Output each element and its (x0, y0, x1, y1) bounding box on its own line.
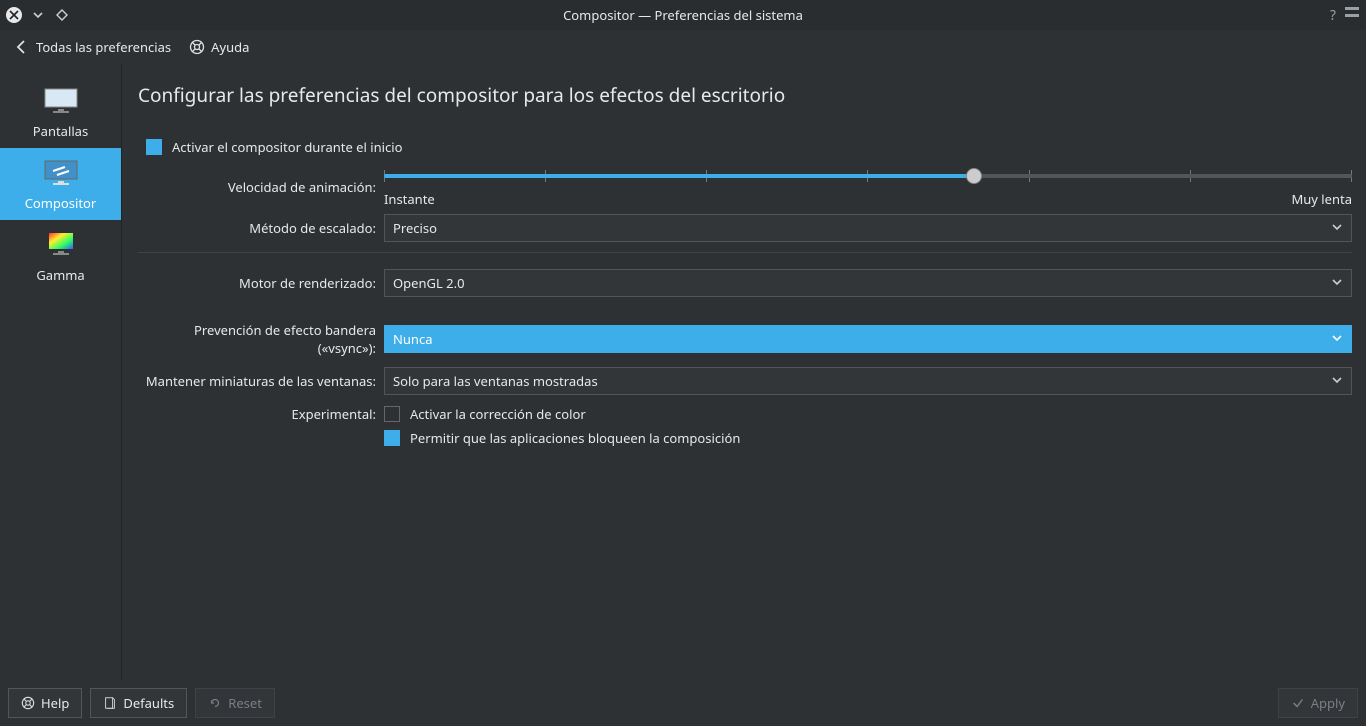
document-icon (103, 696, 117, 710)
titlebar: Compositor — Preferencias del sistema ? (0, 0, 1366, 30)
allow-block-checkbox[interactable]: Permitir que las aplicaciones bloqueen l… (384, 429, 1352, 447)
checkbox-box-icon (384, 406, 400, 422)
gamma-icon (37, 228, 85, 262)
toolbar-help[interactable]: Ayuda (189, 38, 249, 56)
menu-titlebar-icon[interactable] (1344, 6, 1360, 24)
titlebar-right: ? (1330, 6, 1360, 25)
slider-right-label: Muy lenta (1291, 190, 1352, 208)
chevron-left-icon (14, 39, 30, 55)
keep-thumbnails-select[interactable]: Solo para las ventanas mostradas (384, 367, 1352, 395)
sidebar-item-label: Pantallas (33, 122, 88, 140)
sidebar: Pantallas Compositor Gamma (0, 64, 122, 680)
display-icon (37, 84, 85, 118)
separator (138, 252, 1352, 253)
chevron-down-icon (1331, 274, 1343, 292)
animation-speed-slider[interactable] (384, 166, 1352, 186)
chevron-down-icon (1331, 372, 1343, 390)
help-button-label: Help (41, 694, 69, 712)
keep-thumbnails-value: Solo para las ventanas mostradas (393, 372, 598, 390)
experimental-label: Experimental: (138, 405, 384, 423)
help-titlebar-icon[interactable]: ? (1330, 6, 1336, 25)
close-icon[interactable] (6, 7, 22, 23)
enable-compositor-label: Activar el compositor durante el inicio (172, 138, 402, 156)
keep-thumbnails-label: Mantener miniaturas de las ventanas: (138, 372, 384, 390)
color-correction-checkbox[interactable]: Activar la corrección de color (384, 405, 1352, 423)
allow-block-label: Permitir que las aplicaciones bloqueen l… (410, 429, 740, 447)
maximize-icon[interactable] (54, 7, 70, 23)
sidebar-item-compositor[interactable]: Compositor (0, 148, 121, 220)
color-correction-label: Activar la corrección de color (410, 405, 586, 423)
reset-button-label: Reset (228, 694, 262, 712)
slider-thumb[interactable] (966, 168, 982, 184)
toolbar-help-label: Ayuda (211, 38, 249, 56)
compositor-icon (37, 156, 85, 190)
toolbar: Todas las preferencias Ayuda (0, 30, 1366, 64)
scale-method-label: Método de escalado: (138, 219, 384, 237)
lifebuoy-icon (21, 696, 35, 710)
scale-method-value: Preciso (393, 219, 437, 237)
chevron-down-icon (1331, 330, 1343, 348)
back-label: Todas las preferencias (36, 38, 171, 56)
vsync-select[interactable]: Nunca (384, 325, 1352, 353)
vsync-value: Nunca (393, 330, 432, 348)
sidebar-item-label: Gamma (36, 266, 84, 284)
animation-speed-label: Velocidad de animación: (138, 178, 384, 196)
apply-button-label: Apply (1311, 694, 1345, 712)
rendering-backend-value: OpenGL 2.0 (393, 274, 465, 292)
checkbox-box-icon (146, 139, 162, 155)
lifebuoy-icon (189, 39, 205, 55)
reset-button[interactable]: Reset (195, 688, 275, 718)
undo-icon (208, 696, 222, 710)
slider-left-label: Instante (384, 190, 435, 208)
checkbox-box-icon (384, 430, 400, 446)
sidebar-item-pantallas[interactable]: Pantallas (0, 76, 121, 148)
scale-method-select[interactable]: Preciso (384, 214, 1352, 242)
help-button[interactable]: Help (8, 688, 82, 718)
enable-compositor-checkbox[interactable]: Activar el compositor durante el inicio (146, 138, 1352, 156)
apply-button[interactable]: Apply (1278, 688, 1358, 718)
defaults-button[interactable]: Defaults (90, 688, 187, 718)
sidebar-item-gamma[interactable]: Gamma (0, 220, 121, 292)
window-controls (6, 7, 70, 23)
rendering-backend-label: Motor de renderizado: (138, 274, 384, 292)
sidebar-item-label: Compositor (25, 194, 97, 212)
defaults-button-label: Defaults (123, 694, 174, 712)
chevron-down-icon (1331, 219, 1343, 237)
minimize-icon[interactable] (30, 7, 46, 23)
main-panel: Configurar las preferencias del composit… (122, 64, 1366, 680)
rendering-backend-select[interactable]: OpenGL 2.0 (384, 269, 1352, 297)
page-title: Configurar las preferencias del composit… (138, 82, 1358, 108)
vsync-label: Prevención de efecto bandera («vsync»): (138, 321, 384, 357)
footer: Help Defaults Reset Apply (0, 680, 1366, 726)
window-title: Compositor — Preferencias del sistema (0, 6, 1366, 24)
check-icon (1291, 696, 1305, 710)
back-all-preferences[interactable]: Todas las preferencias (14, 38, 171, 56)
